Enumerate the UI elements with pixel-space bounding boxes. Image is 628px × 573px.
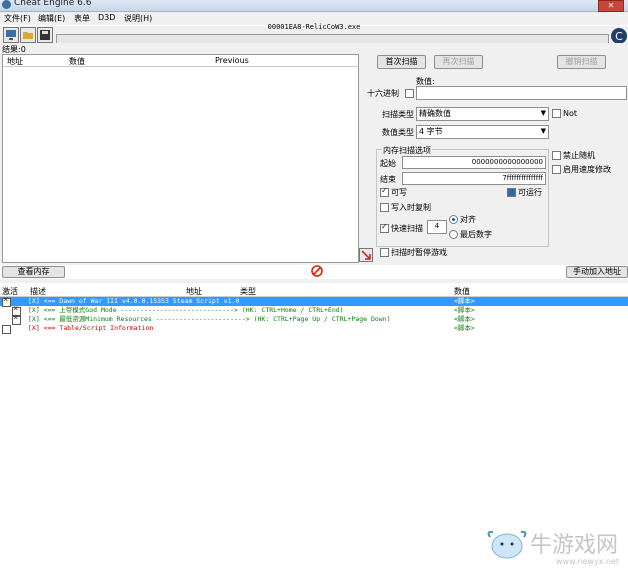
column-value[interactable]: 数值 — [454, 286, 470, 297]
stop-scan-button[interactable] — [311, 265, 323, 277]
scan-type-label: 扫描类型 — [382, 110, 414, 119]
process-name: 00001EA8-RelicCoW3.exe — [267, 23, 361, 31]
row-value: <脚本> — [454, 297, 475, 305]
menu-d3d[interactable]: D3D — [98, 13, 115, 22]
scan-type-select[interactable]: 精确数值 ▼ — [416, 107, 549, 121]
svg-text:C: C — [615, 30, 623, 43]
last-digits-radio[interactable] — [449, 230, 458, 239]
fast-scan-label: 快速扫描 — [391, 224, 423, 233]
window-title: Cheat Engine 6.6 — [14, 0, 92, 8]
column-address[interactable]: 地址 — [7, 56, 23, 67]
chevron-down-icon: ▼ — [540, 127, 546, 135]
column-type[interactable]: 类型 — [240, 286, 256, 297]
value-type-select[interactable]: 4 字节 ▼ — [416, 125, 549, 139]
view-memory-button[interactable]: 查看内存 — [2, 266, 65, 278]
stop-address-input[interactable]: 7fffffffffffffff — [402, 172, 546, 185]
stop-label: 结束 — [380, 175, 396, 184]
start-address-input[interactable]: 0000000000000000 — [402, 156, 546, 169]
disable-random-label: 禁止随机 — [563, 151, 595, 160]
speedhack-checkbox[interactable] — [552, 165, 561, 174]
next-scan-button[interactable]: 再次扫描 — [434, 55, 483, 69]
copy-on-write-checkbox[interactable] — [380, 203, 389, 212]
no-sign-icon — [311, 265, 323, 277]
memory-options-label: 内存扫描选项 — [382, 145, 432, 156]
watermark-name: 牛游戏网 — [530, 533, 619, 558]
close-button[interactable]: ✕ — [598, 0, 624, 12]
add-to-list-button[interactable] — [359, 248, 373, 262]
cheat-engine-icon — [2, 0, 11, 9]
speedhack-label: 启用速度修改 — [563, 165, 611, 174]
title-bar: Cheat Engine 6.6 ✕ — [0, 0, 628, 12]
scan-value-input[interactable] — [416, 86, 627, 100]
copy-on-write-label: 写入时复制 — [391, 203, 431, 212]
hex-label: 十六进制 — [367, 89, 399, 98]
row-description: [X] <== Table/Script Information — [28, 324, 154, 332]
pause-game-checkbox[interactable] — [380, 248, 389, 257]
not-label: Not — [563, 109, 578, 118]
start-label: 起始 — [380, 159, 396, 168]
table-row[interactable]: [X] <== Dawn of War III v4.0.0.15353 Ste… — [0, 296, 628, 307]
hex-checkbox[interactable] — [405, 89, 414, 98]
results-list[interactable]: 地址 数值 Previous — [2, 54, 359, 263]
fast-scan-checkbox[interactable] — [380, 222, 389, 233]
row-value: <脚本> — [454, 306, 475, 314]
writable-label: 可写 — [391, 188, 407, 197]
not-checkbox[interactable] — [552, 109, 561, 118]
value-type-value: 4 字节 — [419, 127, 443, 136]
active-checkbox[interactable] — [2, 325, 11, 334]
column-address[interactable]: 地址 — [186, 286, 202, 297]
first-scan-button[interactable]: 首次扫描 — [377, 55, 426, 69]
row-value: <脚本> — [454, 324, 475, 332]
cow-mascot-icon — [487, 530, 527, 559]
row-description: [X] <== 上帝模式God Mode -------------------… — [28, 306, 344, 314]
table-row[interactable]: [X] <== 最低资源Minimum Resources ----------… — [0, 314, 628, 325]
column-previous[interactable]: Previous — [215, 56, 249, 65]
arrow-down-right-icon — [361, 250, 371, 260]
watermark-url: www.newyx.net — [556, 557, 620, 566]
executable-label: 可运行 — [518, 188, 542, 197]
aligned-radio[interactable] — [449, 215, 458, 224]
row-value: <脚本> — [454, 315, 475, 323]
cheat-table-header: 激活 描述 地址 类型 数值 — [0, 286, 628, 297]
writable-checkbox[interactable] — [380, 186, 389, 197]
executable-checkbox[interactable] — [507, 188, 516, 197]
last-digits-label: 最后数字 — [460, 230, 492, 239]
aligned-label: 对齐 — [460, 215, 476, 224]
table-row[interactable]: [X] <== Table/Script Information <脚本> — [0, 324, 628, 334]
column-description[interactable]: 描述 — [30, 286, 46, 297]
fast-scan-alignment-input[interactable]: 4 — [427, 220, 447, 234]
value-type-label: 数值类型 — [382, 128, 414, 137]
disable-random-checkbox[interactable] — [552, 151, 561, 160]
pause-game-label: 扫描时暂停游戏 — [391, 248, 447, 257]
table-row[interactable]: [X] <== 上帝模式God Mode -------------------… — [0, 305, 628, 316]
chevron-down-icon: ▼ — [540, 109, 546, 117]
row-description: [X] <== 最低资源Minimum Resources ----------… — [28, 315, 391, 323]
row-description: [X] <== Dawn of War III v4.0.0.15353 Ste… — [28, 297, 240, 305]
add-address-manually-button[interactable]: 手动加入地址 — [566, 266, 628, 278]
scan-type-value: 精确数值 — [419, 109, 451, 118]
undo-scan-button[interactable]: 撤销扫描 — [557, 55, 606, 69]
results-header: 地址 数值 Previous — [3, 55, 358, 67]
column-value[interactable]: 数值 — [69, 56, 85, 67]
